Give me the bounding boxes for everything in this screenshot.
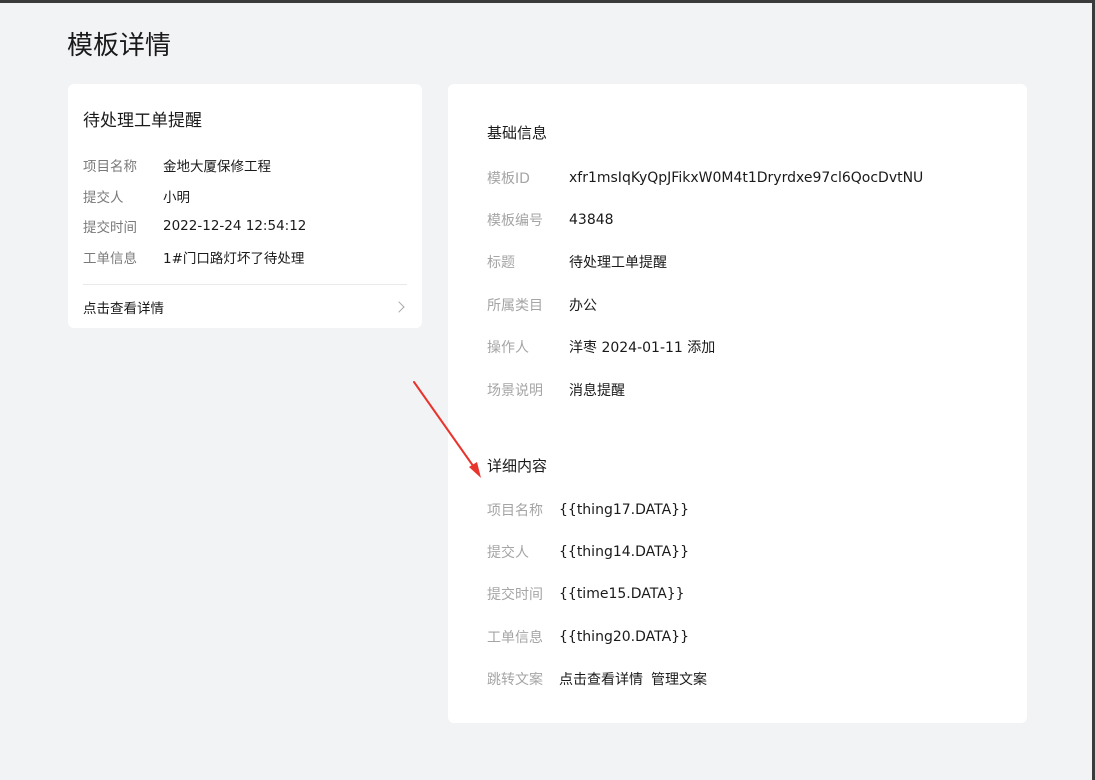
info-label: 场景说明 bbox=[487, 383, 543, 399]
preview-field: 工单信息 1#门口路灯坏了待处理 bbox=[83, 242, 408, 273]
window-frame-top bbox=[0, 0, 1095, 3]
info-value: 43848 bbox=[569, 212, 614, 228]
info-label: 模板编号 bbox=[487, 213, 543, 229]
info-value: 洋枣 2024-01-11 添加 bbox=[569, 340, 716, 356]
detail-label: 项目名称 bbox=[487, 503, 543, 519]
info-row-title: 标题 待处理工单提醒 bbox=[487, 251, 667, 273]
info-row-operator: 操作人 洋枣 2024-01-11 添加 bbox=[487, 336, 715, 358]
view-detail-label: 点击查看详情 bbox=[83, 301, 164, 317]
detail-value: {{time15.DATA}} bbox=[559, 586, 685, 602]
view-detail-link[interactable]: 点击查看详情 bbox=[83, 296, 407, 318]
info-row-scenario: 场景说明 消息提醒 bbox=[487, 379, 625, 401]
detail-content-title: 详细内容 bbox=[487, 457, 548, 475]
template-preview-card: 待处理工单提醒 项目名称 金地大厦保修工程 提交人 小明 提交时间 2022-1… bbox=[68, 84, 422, 328]
detail-label: 跳转文案 bbox=[487, 672, 543, 688]
detail-value: {{thing17.DATA}} bbox=[559, 502, 689, 518]
basic-info-title: 基础信息 bbox=[487, 124, 548, 142]
preview-fields: 项目名称 金地大厦保修工程 提交人 小明 提交时间 2022-12-24 12:… bbox=[83, 150, 408, 272]
preview-field-label: 提交人 bbox=[83, 189, 124, 206]
page-title: 模板详情 bbox=[67, 31, 172, 61]
info-row-template-number: 模板编号 43848 bbox=[487, 209, 614, 231]
info-label: 所属类目 bbox=[487, 298, 543, 314]
info-row-template-id: 模板ID xfr1msIqKyQpJFikxW0M4t1Dryrdxe97cl6… bbox=[487, 167, 923, 189]
preview-divider bbox=[83, 284, 407, 285]
detail-label: 提交人 bbox=[487, 545, 529, 561]
template-info-card: 基础信息 模板ID xfr1msIqKyQpJFikxW0M4t1Dryrdxe… bbox=[448, 84, 1027, 723]
preview-field-label: 提交时间 bbox=[83, 220, 137, 237]
detail-row: 提交人 {{thing14.DATA}} bbox=[487, 541, 689, 563]
manage-jump-text-link[interactable]: 管理文案 bbox=[651, 669, 707, 689]
info-label: 操作人 bbox=[487, 340, 529, 356]
preview-field-value: 2022-12-24 12:54:12 bbox=[163, 218, 307, 235]
preview-title: 待处理工单提醒 bbox=[83, 111, 202, 131]
preview-field-value: 金地大厦保修工程 bbox=[163, 159, 271, 176]
info-value: xfr1msIqKyQpJFikxW0M4t1Dryrdxe97cl6QocDv… bbox=[569, 170, 924, 186]
detail-row: 工单信息 {{thing20.DATA}} bbox=[487, 626, 689, 648]
info-value: 消息提醒 bbox=[569, 383, 625, 399]
detail-label: 工单信息 bbox=[487, 630, 543, 646]
info-value: 待处理工单提醒 bbox=[569, 255, 667, 271]
preview-field: 提交人 小明 bbox=[83, 181, 408, 212]
preview-field-label: 工单信息 bbox=[83, 250, 137, 267]
preview-field-value: 1#门口路灯坏了待处理 bbox=[163, 250, 305, 267]
info-label: 模板ID bbox=[487, 171, 530, 187]
chevron-right-icon bbox=[393, 301, 405, 313]
info-label: 标题 bbox=[487, 255, 515, 271]
detail-value: {{thing14.DATA}} bbox=[559, 544, 689, 560]
detail-row: 项目名称 {{thing17.DATA}} bbox=[487, 499, 689, 521]
detail-label: 提交时间 bbox=[487, 587, 543, 603]
info-value: 办公 bbox=[569, 298, 597, 314]
jump-text-view-detail-link[interactable]: 点击查看详情 bbox=[559, 669, 643, 689]
info-row-category: 所属类目 办公 bbox=[487, 294, 597, 316]
preview-field: 项目名称 金地大厦保修工程 bbox=[83, 150, 408, 181]
preview-field-value: 小明 bbox=[163, 189, 190, 206]
preview-field-label: 项目名称 bbox=[83, 159, 137, 176]
detail-row: 提交时间 {{time15.DATA}} bbox=[487, 583, 685, 605]
detail-value: {{thing20.DATA}} bbox=[559, 629, 689, 645]
preview-field: 提交时间 2022-12-24 12:54:12 bbox=[83, 211, 408, 242]
detail-row-jump-text: 跳转文案 点击查看详情 管理文案 bbox=[487, 668, 707, 690]
